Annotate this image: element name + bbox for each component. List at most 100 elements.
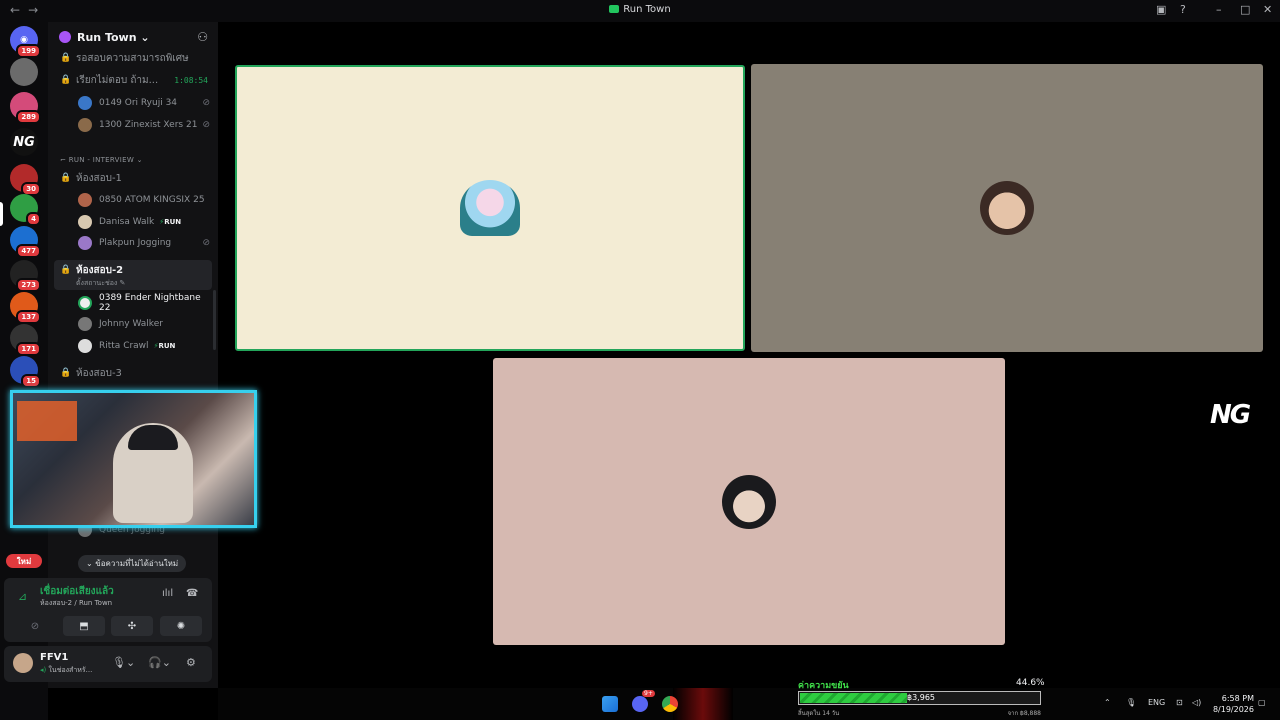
settings-gear-icon[interactable]: ⚙ xyxy=(186,656,196,669)
voice-user[interactable]: Danisa Walk ⚡RUN xyxy=(78,212,210,232)
invite-icon[interactable]: ⚇ xyxy=(197,30,208,44)
channel-label: ห้องสอบ-2 xyxy=(76,264,124,276)
voice-user[interactable]: 0389 Ender Nightbane 22 xyxy=(78,293,210,313)
avatar xyxy=(78,118,92,132)
taskbar-glow xyxy=(673,688,733,720)
user-name: Danisa Walk xyxy=(99,217,155,227)
language-indicator[interactable]: ENG xyxy=(1148,698,1165,707)
server-badge: 4 xyxy=(26,212,41,226)
server-badge: 171 xyxy=(16,342,41,356)
signal-icon: ⊿ xyxy=(18,590,28,603)
user-name: Ritta Crawl xyxy=(99,341,149,351)
tray-mic-icon[interactable]: 🎙 xyxy=(1126,698,1136,707)
channel-label: เรียกไม่ตอบ ถ้าม... xyxy=(76,74,159,86)
server-home[interactable]: ◉ 199 xyxy=(10,26,41,58)
selected-indicator xyxy=(0,202,3,226)
voice-user[interactable]: 0149 Ori Ryuji 34 ⊘ xyxy=(78,93,210,113)
windows-start-icon[interactable] xyxy=(602,696,618,712)
server-ng[interactable]: NG xyxy=(10,128,38,156)
activities-button[interactable]: ✣ xyxy=(111,616,153,636)
mute-icon: ⊘ xyxy=(202,98,210,108)
avatar xyxy=(78,317,92,331)
minimize-button[interactable]: – xyxy=(1216,3,1222,16)
server-item[interactable] xyxy=(10,58,38,86)
new-messages-bar[interactable]: ⌄ ข้อความที่ไม่ได้อ่านใหม่ xyxy=(78,555,187,572)
camera-off-button[interactable]: ⊘ xyxy=(14,616,56,636)
video-tile-speaking[interactable] xyxy=(235,65,745,351)
network-icon[interactable]: ⊡ xyxy=(1176,698,1183,707)
screen-share-icon: ⬒ xyxy=(79,620,89,632)
user-name: Plakpun Jogging xyxy=(99,238,172,248)
progress-bar: ฿3,965 xyxy=(798,691,1041,705)
run-tag: ⚡RUN xyxy=(153,342,176,350)
participant-avatar xyxy=(722,474,776,529)
noise-icon[interactable]: ılıl xyxy=(162,588,173,599)
help-icon[interactable]: ? xyxy=(1180,3,1186,16)
volume-icon[interactable]: ◁) xyxy=(1192,698,1201,707)
new-servers-pill[interactable]: ใหม่ xyxy=(6,554,42,568)
headphones-icon[interactable]: 🎧⌄ xyxy=(148,656,171,669)
server-run-town[interactable]: 4 xyxy=(10,194,41,226)
chrome-icon[interactable] xyxy=(662,696,678,712)
server-item[interactable]: 171 xyxy=(10,324,41,356)
voice-location[interactable]: ห้องสอบ-2 / Run Town xyxy=(40,598,112,609)
lock-icon: 🔒 xyxy=(60,368,72,378)
voice-user[interactable]: Johnny Walker xyxy=(78,314,210,334)
inbox-icon[interactable]: ▣ xyxy=(1156,3,1166,16)
user-name: 0850 ATOM KINGSIX 25 xyxy=(99,195,205,205)
channel-top[interactable]: 🔒 รอสอบความสามารถพิเศษ xyxy=(54,48,212,68)
avatar xyxy=(78,193,92,207)
activities-icon: ✣ xyxy=(127,620,137,632)
channel-status[interactable]: ตั้งสถานะช่อง ✎ xyxy=(76,278,125,289)
screen-share-button[interactable]: ⬒ xyxy=(63,616,105,636)
user-name[interactable]: FFV1 xyxy=(40,652,68,663)
category-header[interactable]: ⌐ RUN - INTERVIEW ⌄ xyxy=(60,156,143,164)
taskbar: 9+ xyxy=(218,688,1280,720)
user-name: Johnny Walker xyxy=(99,319,163,329)
participant-avatar xyxy=(460,180,520,236)
server-icon xyxy=(59,31,71,43)
server-item[interactable]: 273 xyxy=(10,260,41,292)
clock[interactable]: 6:58 PM 8/19/2026 xyxy=(1210,693,1254,715)
server-badge: 137 xyxy=(16,310,41,324)
close-button[interactable]: ✕ xyxy=(1263,3,1272,16)
notification-icon[interactable]: ▢ xyxy=(1258,698,1266,707)
progress-goal: จาก ฿8,888 xyxy=(1007,710,1041,717)
server-badge: 477 xyxy=(16,244,41,258)
voice-user[interactable]: Ritta Crawl ⚡RUN xyxy=(78,336,210,356)
video-tile[interactable] xyxy=(493,358,1005,645)
voice-user[interactable]: 0850 ATOM KINGSIX 25 xyxy=(78,190,210,210)
channel-room2[interactable]: 🔒 ห้องสอบ-2 ตั้งสถานะช่อง ✎ xyxy=(54,260,212,290)
discord-taskbar-icon[interactable]: 9+ xyxy=(632,690,655,712)
tray-chevron-icon[interactable]: ⌃ xyxy=(1104,698,1111,707)
user-avatar[interactable] xyxy=(13,653,33,673)
voice-user[interactable]: 1300 Zinexist Xers 21 ⊘ xyxy=(78,115,210,135)
server-item[interactable]: 15 xyxy=(10,356,41,388)
server-item[interactable]: 30 xyxy=(10,164,41,196)
user-name: 0389 Ender Nightbane 22 xyxy=(99,293,201,313)
microphone-icon[interactable]: 🎙⌄ xyxy=(112,656,135,669)
video-tile[interactable] xyxy=(751,64,1263,352)
avatar xyxy=(78,215,92,229)
channel-room1[interactable]: 🔒 ห้องสอบ-1 xyxy=(54,168,212,188)
channel-waiting[interactable]: 🔒 เรียกไม่ตอบ ถ้าม... 1:08:54 xyxy=(54,70,212,90)
user-name: 1300 Zinexist Xers 21 xyxy=(99,120,198,130)
voice-status[interactable]: เชื่อมต่อเสียงแล้ว xyxy=(40,584,114,599)
server-item[interactable]: 289 xyxy=(10,92,41,124)
server-name[interactable]: Run Town ⌄ xyxy=(77,31,150,44)
scrollbar[interactable] xyxy=(213,290,216,350)
server-badge: 15 xyxy=(21,374,41,388)
channel-label: ห้องสอบ-3 xyxy=(76,367,122,379)
voice-user[interactable]: Plakpun Jogging ⊘ xyxy=(78,233,210,253)
server-item[interactable]: 477 xyxy=(10,226,41,258)
disconnect-icon[interactable]: ☎ xyxy=(186,588,198,599)
soundboard-button[interactable]: ✺ xyxy=(160,616,202,636)
channel-room3[interactable]: 🔒 ห้องสอบ-3 xyxy=(54,363,212,383)
maximize-button[interactable]: □ xyxy=(1240,3,1250,16)
user-status: ◂) ในช่องสำหรั... xyxy=(40,666,93,674)
mute-icon: ⊘ xyxy=(202,120,210,130)
lock-icon: 🔒 xyxy=(60,53,72,63)
webcam-background xyxy=(17,401,77,441)
server-item[interactable]: 137 xyxy=(10,292,41,324)
progress-percent: 44.6% xyxy=(1016,678,1045,688)
